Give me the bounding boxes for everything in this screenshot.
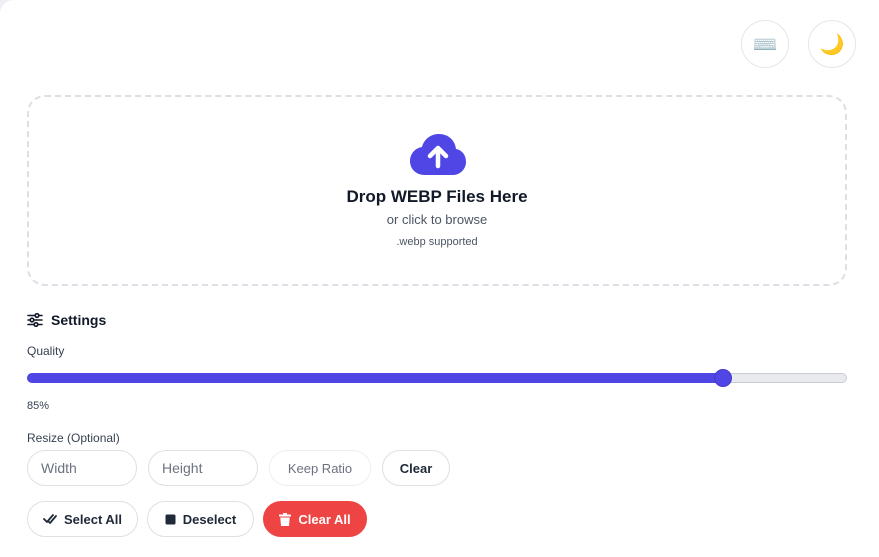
quality-slider-fill <box>27 373 722 383</box>
select-all-label: Select All <box>63 511 123 527</box>
clear-all-label: Clear All <box>298 511 351 527</box>
cloud-upload-icon <box>410 134 466 175</box>
sliders-icon <box>27 313 43 327</box>
dropzone-title: Drop WEBP Files Here <box>346 187 528 206</box>
settings-title: Settings <box>51 312 107 328</box>
quality-value: 85% <box>27 400 50 412</box>
clear-resize-button[interactable]: Clear <box>382 450 450 486</box>
theme-toggle-button[interactable]: 🌙 <box>808 20 856 68</box>
moon-icon: 🌙 <box>819 33 845 56</box>
trash-icon <box>279 512 292 526</box>
keep-ratio-button[interactable]: Keep Ratio <box>269 450 371 486</box>
dropzone-format-hint: .webp supported <box>396 236 478 248</box>
settings-header: Settings <box>27 312 106 328</box>
dropzone-subtitle: or click to browse <box>386 212 488 227</box>
keyboard-shortcuts-button[interactable]: ⌨️ <box>741 20 789 68</box>
keyboard-icon: ⌨️ <box>752 33 778 56</box>
square-stop-icon <box>165 514 176 524</box>
select-all-button[interactable]: Select All <box>27 501 138 537</box>
resize-label: Resize (Optional) <box>27 431 120 445</box>
deselect-button[interactable]: Deselect <box>147 501 254 537</box>
file-dropzone[interactable]: Drop WEBP Files Here or click to browse … <box>27 95 847 286</box>
quality-slider-thumb[interactable] <box>714 369 732 387</box>
quality-slider[interactable] <box>27 369 847 387</box>
quality-label: Quality <box>27 344 65 358</box>
width-input[interactable] <box>27 450 137 486</box>
clear-resize-label: Clear <box>399 460 433 476</box>
keep-ratio-label: Keep Ratio <box>287 460 353 476</box>
deselect-label: Deselect <box>182 511 237 527</box>
double-check-icon <box>43 514 57 524</box>
converter-panel: ⌨️ 🌙 Drop WEBP Files Here or click to br… <box>0 0 879 557</box>
height-input[interactable] <box>148 450 258 486</box>
clear-all-button[interactable]: Clear All <box>263 501 367 537</box>
